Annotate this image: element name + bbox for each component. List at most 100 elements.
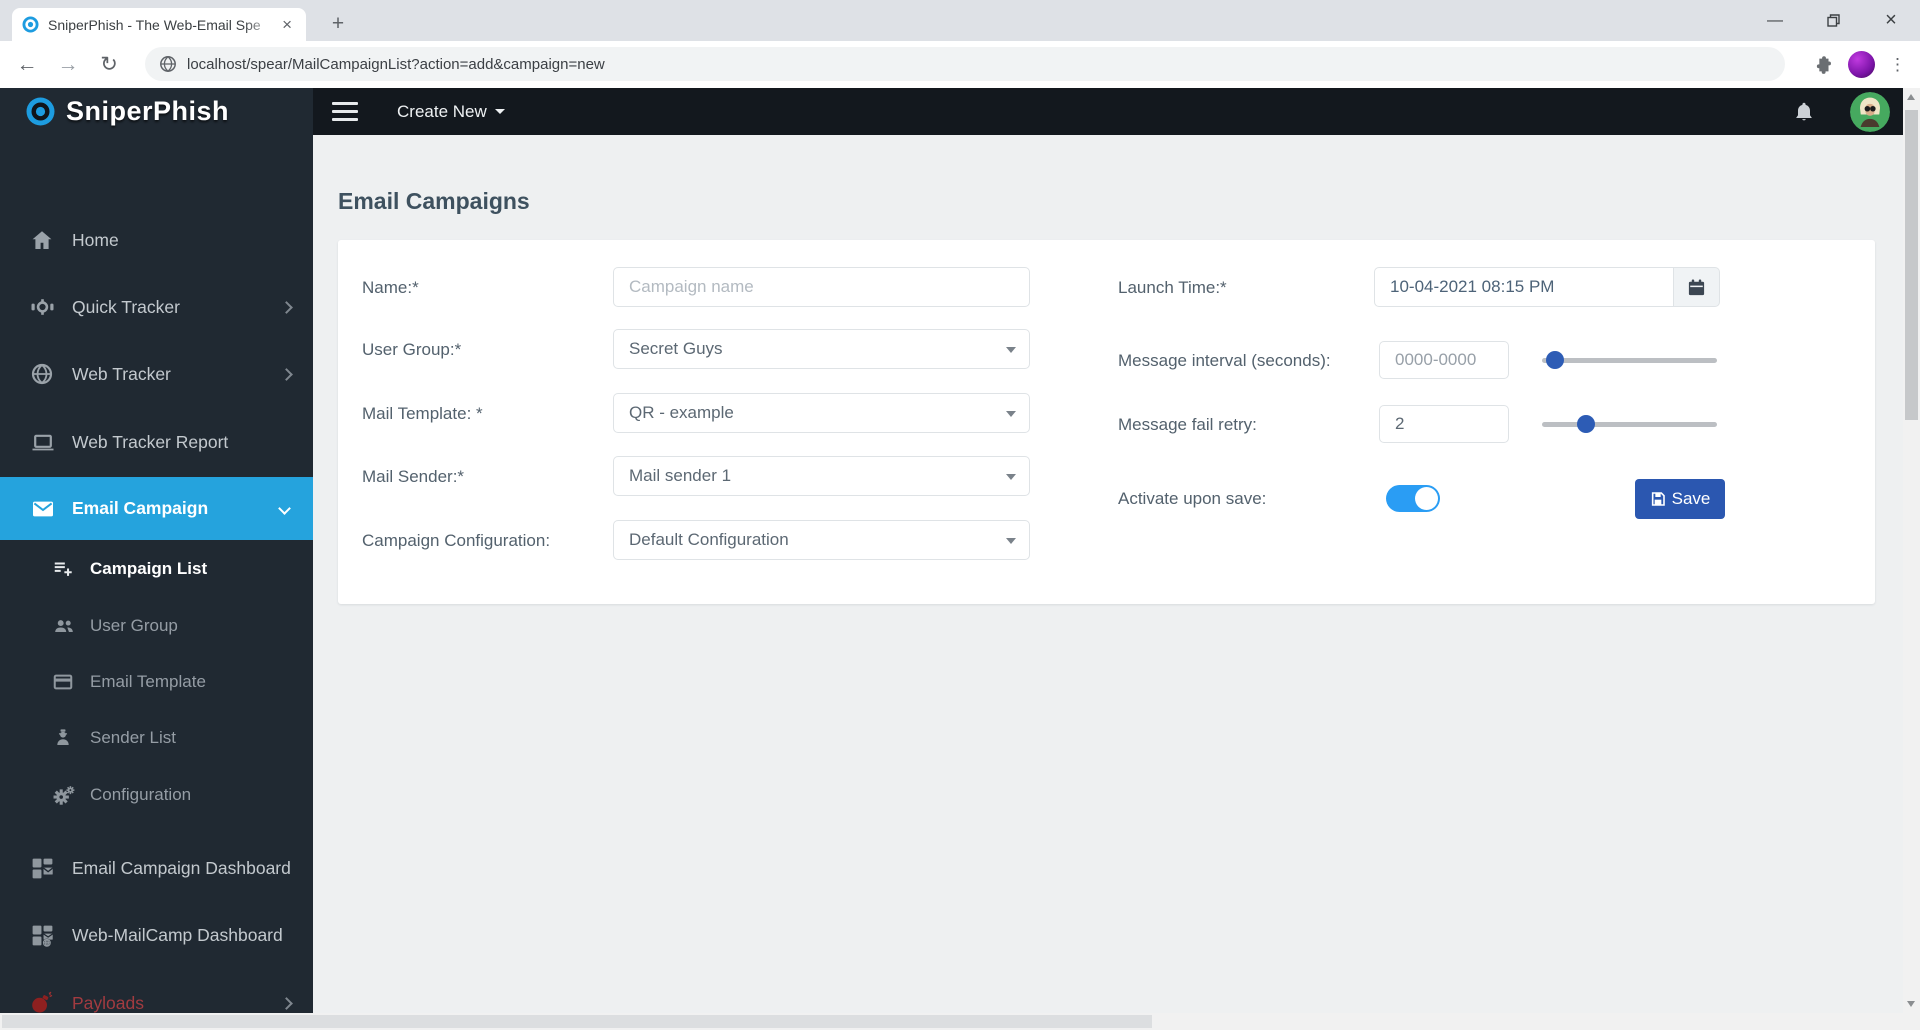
save-button[interactable]: Save (1635, 479, 1725, 519)
sidebar-item-label: User Group (90, 616, 178, 636)
scrollbar-corner (1903, 1013, 1920, 1030)
activate-label: Activate upon save: (1118, 489, 1266, 509)
bomb-icon (30, 991, 58, 1015)
gears-icon (52, 783, 76, 807)
sidebar-item-label: Web Tracker Report (72, 432, 228, 453)
chevron-right-icon (280, 368, 293, 381)
sidebar-item-email-campaign[interactable]: Email Campaign (0, 477, 313, 540)
notifications-bell-icon[interactable] (1792, 100, 1816, 124)
restore-icon (1827, 14, 1840, 27)
mail-template-select[interactable]: QR - example (613, 393, 1030, 433)
sidebar-toggle-hamburger-icon[interactable] (332, 88, 362, 135)
message-interval-slider[interactable] (1542, 351, 1717, 369)
sidebar-subitem-email-template[interactable]: Email Template (0, 654, 313, 710)
sidebar-item-web-tracker[interactable]: Web Tracker (0, 340, 313, 408)
slider-knob[interactable] (1546, 351, 1564, 369)
forward-button[interactable]: → (49, 46, 87, 84)
mail-template-label: Mail Template: * (362, 404, 483, 424)
name-label: Name:* (362, 278, 419, 298)
home-icon (30, 228, 58, 252)
avatar-image (1850, 92, 1890, 132)
vertical-scrollbar[interactable] (1903, 88, 1920, 1013)
browser-tab[interactable]: SniperPhish - The Web-Email Spe × (12, 8, 306, 41)
site-info-globe-icon[interactable] (159, 55, 177, 73)
create-new-menu[interactable]: Create New (397, 88, 505, 135)
toolbar-right: ⋮ (1812, 41, 1906, 88)
topbar-right (1792, 88, 1890, 135)
message-interval-input[interactable] (1379, 341, 1509, 379)
user-avatar[interactable] (1850, 92, 1890, 132)
app-brand[interactable]: SniperPhish (0, 88, 313, 135)
sidebar-item-label: Configuration (90, 785, 191, 805)
window-minimize-button[interactable]: — (1746, 0, 1804, 41)
mail-sender-label: Mail Sender:* (362, 467, 464, 487)
calendar-button[interactable] (1674, 267, 1720, 307)
user-group-select[interactable]: Secret Guys (613, 329, 1030, 369)
list-add-icon (52, 557, 76, 581)
browser-tab-strip: SniperPhish - The Web-Email Spe × + — × (0, 0, 1920, 41)
fail-retry-slider[interactable] (1542, 415, 1717, 433)
horizontal-scroll-thumb[interactable] (2, 1015, 1152, 1028)
sidebar-item-web-tracker-report[interactable]: Web Tracker Report (0, 408, 313, 477)
sidebar-item-home[interactable]: Home (0, 207, 313, 273)
browser-menu-icon[interactable]: ⋮ (1889, 55, 1906, 75)
slider-track[interactable] (1542, 422, 1717, 427)
chevron-right-icon (280, 997, 293, 1010)
sidebar: Home Quick Tracker (0, 135, 313, 1013)
window-close-button[interactable]: × (1862, 0, 1920, 41)
select-caret-icon (1006, 411, 1016, 417)
vertical-scroll-thumb[interactable] (1905, 110, 1918, 420)
envelope-icon (30, 497, 58, 521)
new-tab-button[interactable]: + (324, 10, 352, 38)
sidebar-item-label: Web-MailCamp Dashboard (72, 925, 283, 946)
toggle-knob[interactable] (1415, 487, 1438, 510)
mail-sender-value: Mail sender 1 (629, 466, 731, 486)
tab-close-icon[interactable]: × (278, 15, 296, 35)
launch-time-label: Launch Time:* (1118, 278, 1227, 298)
extensions-icon[interactable] (1812, 54, 1834, 76)
message-interval-label: Message interval (seconds): (1118, 351, 1331, 371)
back-button[interactable]: ← (8, 46, 46, 84)
fail-retry-label: Message fail retry: (1118, 415, 1257, 435)
template-icon (52, 670, 76, 694)
activate-toggle[interactable] (1386, 485, 1440, 512)
campaign-name-input[interactable] (613, 267, 1030, 307)
users-icon (52, 614, 76, 638)
horizontal-scrollbar[interactable] (0, 1013, 1903, 1030)
browser-profile-avatar[interactable] (1848, 51, 1875, 78)
sidebar-item-label: Email Campaign (72, 498, 208, 519)
sidebar-item-label: Web Tracker (72, 364, 171, 385)
main-content: Email Campaigns Name:* User Group:* Secr… (313, 135, 1903, 1013)
sidebar-subitem-user-group[interactable]: User Group (0, 598, 313, 654)
sidebar-item-web-mailcamp-dashboard[interactable]: Web-MailCamp Dashboard (0, 902, 313, 968)
launch-time-group (1374, 267, 1720, 307)
campaign-form-card: Name:* User Group:* Secret Guys Mail Tem… (338, 240, 1875, 604)
sidebar-subitem-campaign-list[interactable]: Campaign List (0, 541, 313, 597)
save-label: Save (1672, 489, 1711, 509)
sidebar-item-label: Home (72, 230, 119, 251)
select-caret-icon (1006, 347, 1016, 353)
campaign-configuration-select[interactable]: Default Configuration (613, 520, 1030, 560)
chevron-right-icon (280, 301, 293, 314)
scroll-down-arrow-icon[interactable] (1907, 1001, 1915, 1007)
sniperphish-logo-icon (25, 96, 56, 127)
sidebar-subitem-sender-list[interactable]: Sender List (0, 710, 313, 766)
window-restore-button[interactable] (1804, 0, 1862, 41)
launch-time-input[interactable] (1374, 267, 1674, 307)
sidebar-item-email-campaign-dashboard[interactable]: Email Campaign Dashboard (0, 835, 313, 901)
slider-knob[interactable] (1577, 415, 1595, 433)
sidebar-item-label: Quick Tracker (72, 297, 180, 318)
slider-track[interactable] (1542, 358, 1717, 363)
sidebar-subitem-configuration[interactable]: Configuration (0, 767, 313, 823)
mail-sender-select[interactable]: Mail sender 1 (613, 456, 1030, 496)
campaign-configuration-label: Campaign Configuration: (362, 531, 550, 551)
fail-retry-input[interactable] (1379, 405, 1509, 443)
reload-button[interactable]: ↻ (90, 46, 128, 84)
site-favicon-target-icon (22, 16, 39, 33)
scroll-up-arrow-icon[interactable] (1907, 94, 1915, 100)
dashboard-web-icon (30, 923, 58, 947)
url-text[interactable]: localhost/spear/MailCampaignList?action=… (187, 56, 605, 73)
address-bar[interactable]: localhost/spear/MailCampaignList?action=… (145, 47, 1785, 81)
sidebar-item-quick-tracker[interactable]: Quick Tracker (0, 274, 313, 340)
globe-icon (30, 362, 58, 386)
